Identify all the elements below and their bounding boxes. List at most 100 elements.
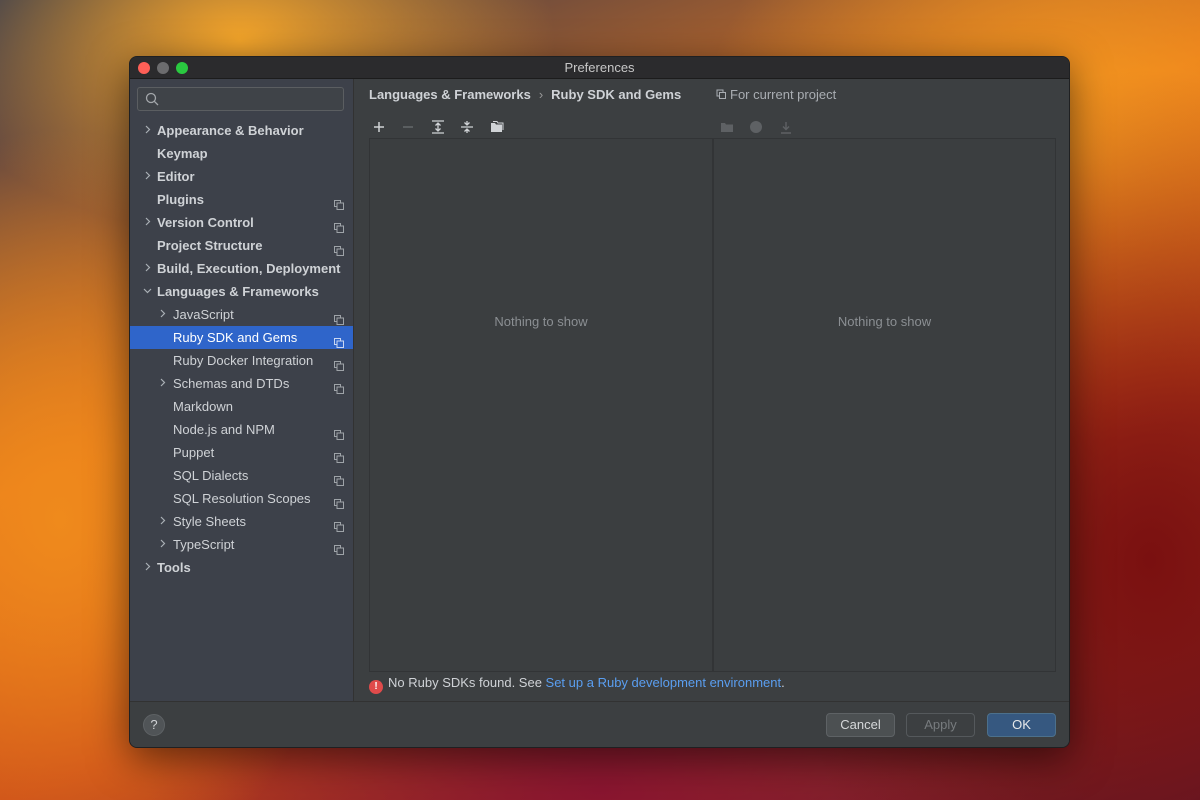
breadcrumb-item-current: Ruby SDK and Gems: [551, 87, 682, 102]
sidebar-item-markdown[interactable]: Markdown: [130, 395, 353, 418]
settings-tree: Appearance & Behavior Keymap Editor Plugins…: [130, 119, 353, 579]
sdk-list-panel[interactable]: Nothing to show: [369, 138, 713, 672]
chevron-right-icon[interactable]: [142, 165, 152, 188]
sidebar-item-editor[interactable]: Editor: [130, 165, 353, 188]
chevron-right-icon[interactable]: [157, 510, 167, 533]
dialog-footer: ? Cancel Apply OK: [130, 701, 1069, 747]
download-icon: [780, 122, 791, 134]
folder-icon: [490, 121, 504, 132]
gems-list-panel[interactable]: Nothing to show: [713, 138, 1056, 672]
collapse-all-icon: [461, 121, 474, 133]
sidebar-item-label: Appearance & Behavior: [157, 123, 304, 138]
preferences-window: Preferences Appearance & Behavior Keymap E…: [129, 56, 1070, 748]
expand-all-button[interactable]: [428, 117, 448, 137]
sidebar-item-puppet[interactable]: Puppet: [130, 441, 353, 464]
status-message: ! No Ruby SDKs found. See Set up a Ruby d…: [369, 675, 785, 694]
project-scope-icon: [334, 217, 344, 233]
apply-button[interactable]: Apply: [906, 713, 975, 737]
breadcrumb: Languages & Frameworks › Ruby SDK and Gems: [369, 87, 681, 102]
scope-indicator: For current project: [716, 87, 836, 102]
sidebar-item-languages-frameworks[interactable]: Languages & Frameworks: [130, 280, 353, 303]
sidebar-item-label: Languages & Frameworks: [157, 284, 319, 299]
sidebar-item-label: Ruby Docker Integration: [173, 353, 314, 368]
gems-toolbar: [717, 117, 801, 137]
sidebar-item-version-control[interactable]: Version Control: [130, 211, 353, 234]
sdk-toolbar: [369, 117, 512, 137]
sidebar-item-label: Build, Execution, Deployment: [157, 261, 341, 276]
sidebar-item-sql-dialects[interactable]: SQL Dialects: [130, 464, 353, 487]
empty-message: Nothing to show: [494, 314, 588, 329]
chevron-right-icon[interactable]: [142, 556, 152, 579]
project-scope-icon: [334, 539, 344, 555]
sidebar-item-label: Keymap: [157, 146, 208, 161]
sidebar-item-label: Node.js and NPM: [173, 422, 275, 437]
sidebar-item-plugins[interactable]: Plugins: [130, 188, 353, 211]
sidebar-item-label: TypeScript: [173, 537, 235, 552]
breadcrumb-item[interactable]: Languages & Frameworks: [369, 87, 531, 102]
sidebar-item-label: Version Control: [157, 215, 254, 230]
settings-sidebar: Appearance & Behavior Keymap Editor Plugins…: [130, 79, 354, 704]
chevron-right-icon[interactable]: [157, 303, 167, 326]
add-sdk-button[interactable]: [369, 117, 389, 137]
sidebar-item-tools[interactable]: Tools: [130, 556, 353, 579]
gems-download-button[interactable]: [776, 117, 796, 137]
circle-icon: [750, 121, 763, 133]
project-scope-icon: [334, 447, 344, 463]
project-scope-icon: [334, 424, 344, 440]
search-icon: [145, 92, 159, 106]
chevron-right-icon[interactable]: [142, 257, 152, 280]
chevron-down-icon[interactable]: [142, 280, 152, 303]
sidebar-item-schemas-and-dtds[interactable]: Schemas and DTDs: [130, 372, 353, 395]
chevron-right-icon[interactable]: [142, 119, 152, 142]
sidebar-item-label: Puppet: [173, 445, 215, 460]
collapse-all-button[interactable]: [457, 117, 477, 137]
cancel-button[interactable]: Cancel: [826, 713, 895, 737]
sidebar-item-build-execution-deployment[interactable]: Build, Execution, Deployment: [130, 257, 353, 280]
sidebar-item-node-js-and-npm[interactable]: Node.js and NPM: [130, 418, 353, 441]
sidebar-item-label: Plugins: [157, 192, 204, 207]
project-scope-icon: [334, 355, 344, 371]
sidebar-item-typescript[interactable]: TypeScript: [130, 533, 353, 556]
sidebar-item-style-sheets[interactable]: Style Sheets: [130, 510, 353, 533]
sidebar-item-keymap[interactable]: Keymap: [130, 142, 353, 165]
open-folder-icon: [721, 123, 733, 132]
project-scope-icon: [334, 309, 344, 325]
sidebar-item-label: Ruby SDK and Gems: [173, 330, 298, 345]
help-button[interactable]: ?: [143, 714, 165, 736]
error-icon: !: [369, 680, 383, 694]
window-title: Preferences: [564, 60, 635, 75]
sidebar-item-label: SQL Resolution Scopes: [173, 491, 311, 506]
title-bar: Preferences: [130, 57, 1069, 79]
sidebar-item-label: Project Structure: [157, 238, 263, 253]
gems-folder-button[interactable]: [717, 117, 737, 137]
settings-search-input[interactable]: [137, 87, 344, 111]
sidebar-item-ruby-docker-integration[interactable]: Ruby Docker Integration: [130, 349, 353, 372]
open-folder-button[interactable]: [487, 117, 507, 137]
project-scope-icon: [334, 332, 344, 348]
sidebar-item-project-structure[interactable]: Project Structure: [130, 234, 353, 257]
chevron-right-icon[interactable]: [157, 372, 167, 395]
breadcrumb-separator: ›: [538, 87, 544, 102]
project-scope-icon: [716, 89, 726, 99]
project-scope-icon: [334, 378, 344, 394]
remove-sdk-button[interactable]: [398, 117, 418, 137]
sidebar-item-label: Tools: [157, 560, 191, 575]
sidebar-item-javascript[interactable]: JavaScript: [130, 303, 353, 326]
project-scope-icon: [334, 194, 344, 210]
sidebar-item-ruby-sdk-and-gems[interactable]: Ruby SDK and Gems: [130, 326, 353, 349]
empty-message: Nothing to show: [837, 314, 932, 329]
project-scope-icon: [334, 240, 344, 256]
project-scope-icon: [334, 516, 344, 532]
main-content: Languages & Frameworks › Ruby SDK and Gems…: [354, 79, 1069, 704]
chevron-right-icon[interactable]: [157, 533, 167, 556]
ok-button[interactable]: OK: [987, 713, 1056, 737]
chevron-right-icon[interactable]: [142, 211, 152, 234]
sidebar-item-label: Style Sheets: [173, 514, 246, 529]
sidebar-item-appearance-behavior[interactable]: Appearance & Behavior: [130, 119, 353, 142]
setup-ruby-link[interactable]: Set up a Ruby development environment: [546, 675, 782, 690]
gems-install-button[interactable]: [746, 117, 766, 137]
expand-all-icon: [431, 120, 444, 134]
remove-icon: [403, 126, 414, 128]
sidebar-item-label: SQL Dialects: [173, 468, 249, 483]
sidebar-item-sql-resolution-scopes[interactable]: SQL Resolution Scopes: [130, 487, 353, 510]
